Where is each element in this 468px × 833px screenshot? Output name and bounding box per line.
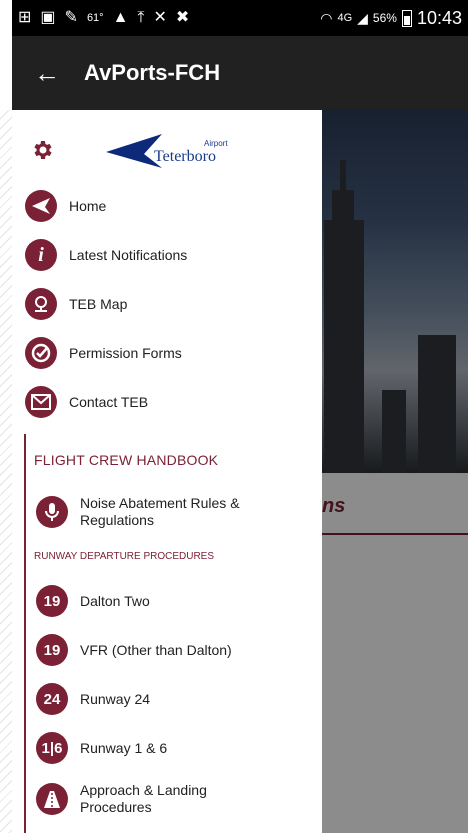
signal-icon: ◢ [357, 9, 368, 26]
nav-item-noise-abatement[interactable]: Noise Abatement Rules & Regulations [12, 490, 322, 534]
runway-19-badge: 19 [36, 585, 68, 617]
missed-call-icon: ✕ [153, 9, 167, 26]
check-circle-icon [25, 337, 57, 369]
warning-icon: ▲ [112, 9, 129, 26]
runway-approach-icon [36, 783, 68, 815]
nav-item-label: Dalton Two [80, 592, 150, 609]
nav-item-label: Permission Forms [69, 344, 182, 361]
teterboro-logo: Airport Teterboro [104, 130, 234, 174]
flight-crew-handbook-heading: FLIGHT CREW HANDBOOK [34, 452, 219, 468]
nav-item-label: Noise Abatement Rules & Regulations [80, 495, 240, 528]
runway-19-badge: 19 [36, 634, 68, 666]
runway-departure-procedures-heading: RUNWAY DEPARTURE PROCEDURES [34, 551, 215, 562]
microphone-icon [36, 496, 68, 528]
nav-item-runway-24[interactable]: 24 Runway 24 [12, 679, 322, 719]
nav-item-label: Home [69, 197, 107, 214]
envelope-icon [25, 386, 57, 418]
app-bar: ← AvPorts-FCH [12, 36, 468, 110]
nav-item-label: Contact TEB [69, 393, 149, 410]
drawer-scrim[interactable] [322, 110, 468, 833]
nav-item-approach-landing[interactable]: Approach & Landing Procedures [12, 777, 322, 821]
nav-item-contact-teb[interactable]: Contact TEB [12, 382, 322, 422]
nav-item-label: VFR (Other than Dalton) [80, 641, 232, 658]
nav-item-label: Runway 1 & 6 [80, 739, 168, 756]
logo-airport-text: Airport [204, 139, 228, 148]
battery-icon [401, 9, 412, 27]
nav-item-label: Latest Notifications [69, 246, 188, 263]
nav-item-permission-forms[interactable]: Permission Forms [12, 333, 322, 373]
nav-item-teb-map[interactable]: TEB Map [12, 284, 322, 324]
nav-item-label: TEB Map [69, 295, 128, 312]
add-box-icon: ⊞ [18, 9, 32, 26]
nav-item-dalton-two[interactable]: 19 Dalton Two [12, 581, 322, 621]
nav-item-vfr[interactable]: 19 VFR (Other than Dalton) [12, 630, 322, 670]
nav-item-label: Runway 24 [80, 690, 151, 707]
app-title: AvPorts-FCH [84, 60, 221, 85]
left-edge-pattern [0, 110, 12, 833]
plane-icon [25, 190, 57, 222]
runway-24-badge: 24 [36, 683, 68, 715]
nav-item-runway-1-6[interactable]: 1|6 Runway 1 & 6 [12, 728, 322, 768]
gear-icon[interactable] [30, 138, 54, 162]
battery-percent: 56% [372, 11, 397, 25]
back-arrow-icon[interactable]: ← [20, 58, 74, 89]
info-icon: i [25, 239, 57, 271]
status-bar: ⊞ ▣ ✎ 61° ▲ ⤒ ✕ ✖ ◠ 4G ◢ 56% 10:43 [12, 0, 468, 36]
temperature-text: 61° [86, 12, 104, 24]
wifi-icon: ◠ [320, 9, 333, 26]
logo-name-text: Teterboro [154, 148, 216, 165]
nav-item-label: Approach & Landing Procedures [80, 782, 207, 815]
drawer-header: Airport Teterboro [12, 130, 322, 180]
clock: 10:43 [416, 7, 462, 28]
upload-icon: ⤒ [137, 9, 145, 26]
runway-1-6-badge: 1|6 [36, 732, 68, 764]
nav-drawer: Airport Teterboro Home i Latest Notifica… [12, 110, 322, 833]
nav-item-latest-notifications[interactable]: i Latest Notifications [12, 235, 322, 275]
gallery-icon: ▣ [40, 9, 56, 26]
network-type-text: 4G [337, 12, 353, 24]
nav-item-home[interactable]: Home [12, 186, 322, 226]
mute-icon: ✖ [175, 9, 190, 26]
map-pin-icon [25, 288, 57, 320]
wrench-icon: ✎ [64, 9, 78, 26]
